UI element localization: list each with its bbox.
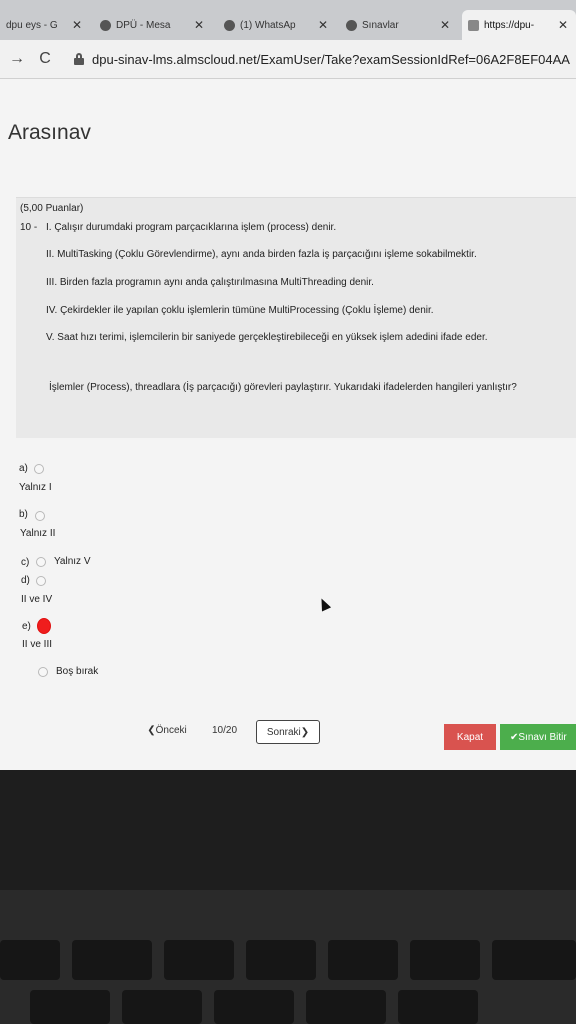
site-icon <box>100 19 111 31</box>
keyboard-key <box>306 990 386 1024</box>
tab-sinavlar[interactable]: Sınavlar ✕ <box>340 10 458 40</box>
statement-1: I. Çalışır durumdaki program parçacıklar… <box>46 222 337 233</box>
reload-icon[interactable]: C <box>34 50 56 68</box>
close-tab-icon[interactable]: ✕ <box>558 18 568 32</box>
option-d-text: II ve IV <box>21 594 53 605</box>
statement-5: V. Saat hızı terimi, işlemcilerin bir sa… <box>46 332 488 343</box>
option-b-letter: b) <box>19 509 28 520</box>
tab-whatsapp[interactable]: (1) WhatsAp ✕ <box>218 10 336 40</box>
skip-text: Boş bırak <box>56 666 99 677</box>
keyboard-key <box>0 940 60 980</box>
keyboard-key <box>122 990 202 1024</box>
tab-label: https://dpu- <box>484 19 535 31</box>
keyboard-key <box>410 940 480 980</box>
keyboard-key <box>492 940 576 980</box>
whatsapp-icon <box>224 19 235 31</box>
url-field[interactable]: dpu-sinav-lms.almscloud.net/ExamUser/Tak… <box>92 52 570 67</box>
option-e-radio-selected[interactable] <box>37 618 51 634</box>
page-icon <box>468 19 479 31</box>
option-d-radio[interactable] <box>36 576 46 586</box>
skip-radio[interactable] <box>38 667 48 677</box>
question-number: 10 - <box>20 222 38 233</box>
keyboard-key <box>72 940 152 980</box>
keyboard-key <box>398 990 478 1024</box>
info-icon <box>346 19 357 31</box>
screen: dpu eys - G ✕ DPÜ - Mesa ✕ (1) WhatsAp ✕… <box>0 0 576 770</box>
option-e-letter: e) <box>22 621 31 632</box>
close-button[interactable]: Kapat <box>444 724 496 750</box>
tab-dpu-mesaj[interactable]: DPÜ - Mesa ✕ <box>94 10 212 40</box>
option-a-radio[interactable] <box>34 464 44 474</box>
tab-label: dpu eys - G <box>6 19 58 31</box>
keyboard-key <box>328 940 398 980</box>
keyboard-key <box>30 990 110 1024</box>
keyboard-key <box>214 990 294 1024</box>
close-tab-icon[interactable]: ✕ <box>72 18 82 32</box>
statement-3: III. Birden fazla programın aynı anda ça… <box>46 277 374 288</box>
tab-bar: dpu eys - G ✕ DPÜ - Mesa ✕ (1) WhatsAp ✕… <box>0 0 576 41</box>
close-tab-icon[interactable]: ✕ <box>194 18 204 32</box>
keyboard-key <box>246 940 316 980</box>
option-b-text: Yalnız II <box>20 528 56 539</box>
finish-exam-button[interactable]: ✔Sınavı Bitir <box>500 724 576 750</box>
laptop-keyboard <box>0 890 576 1024</box>
option-a-text: Yalnız I <box>19 482 52 493</box>
option-a-letter: a) <box>19 463 28 474</box>
exam-page: Arasınav (5,00 Puanlar) 10 - I. Çalışır … <box>0 79 576 770</box>
option-c-text: Yalnız V <box>54 556 91 567</box>
question-counter: 10/20 <box>212 725 238 736</box>
option-e-text: II ve III <box>22 639 53 650</box>
statement-2: II. MultiTasking (Çoklu Görevlendirme), … <box>46 249 477 260</box>
forward-arrow-icon[interactable]: → <box>6 50 28 68</box>
option-b-radio[interactable] <box>35 511 45 521</box>
close-tab-icon[interactable]: ✕ <box>318 18 328 32</box>
tab-dpu-eys[interactable]: dpu eys - G ✕ <box>0 10 90 40</box>
tab-exam-active[interactable]: https://dpu- ✕ <box>462 10 576 40</box>
tab-label: DPÜ - Mesa <box>116 19 171 31</box>
address-bar: → C dpu-sinav-lms.almscloud.net/ExamUser… <box>0 40 576 79</box>
option-c-letter: c) <box>21 557 30 568</box>
question-box: (5,00 Puanlar) 10 - I. Çalışır durumdaki… <box>16 197 576 438</box>
lock-icon <box>74 53 84 65</box>
tab-label: Sınavlar <box>362 19 399 31</box>
page-title: Arasınav <box>8 121 91 144</box>
laptop-bezel <box>0 770 576 890</box>
option-c-radio[interactable] <box>36 557 46 567</box>
question-prompt: İşlemler (Process), threadlara (İş parça… <box>49 382 517 393</box>
tab-label: (1) WhatsAp <box>240 19 296 31</box>
keyboard-key <box>164 940 234 980</box>
statement-4: IV. Çekirdekler ile yapılan çoklu işleml… <box>46 305 434 316</box>
next-button[interactable]: Sonraki❯ <box>256 720 320 744</box>
previous-button[interactable]: ❮Önceki <box>140 720 194 740</box>
close-tab-icon[interactable]: ✕ <box>440 18 450 32</box>
option-d-letter: d) <box>21 575 30 586</box>
question-points: (5,00 Puanlar) <box>20 203 84 214</box>
